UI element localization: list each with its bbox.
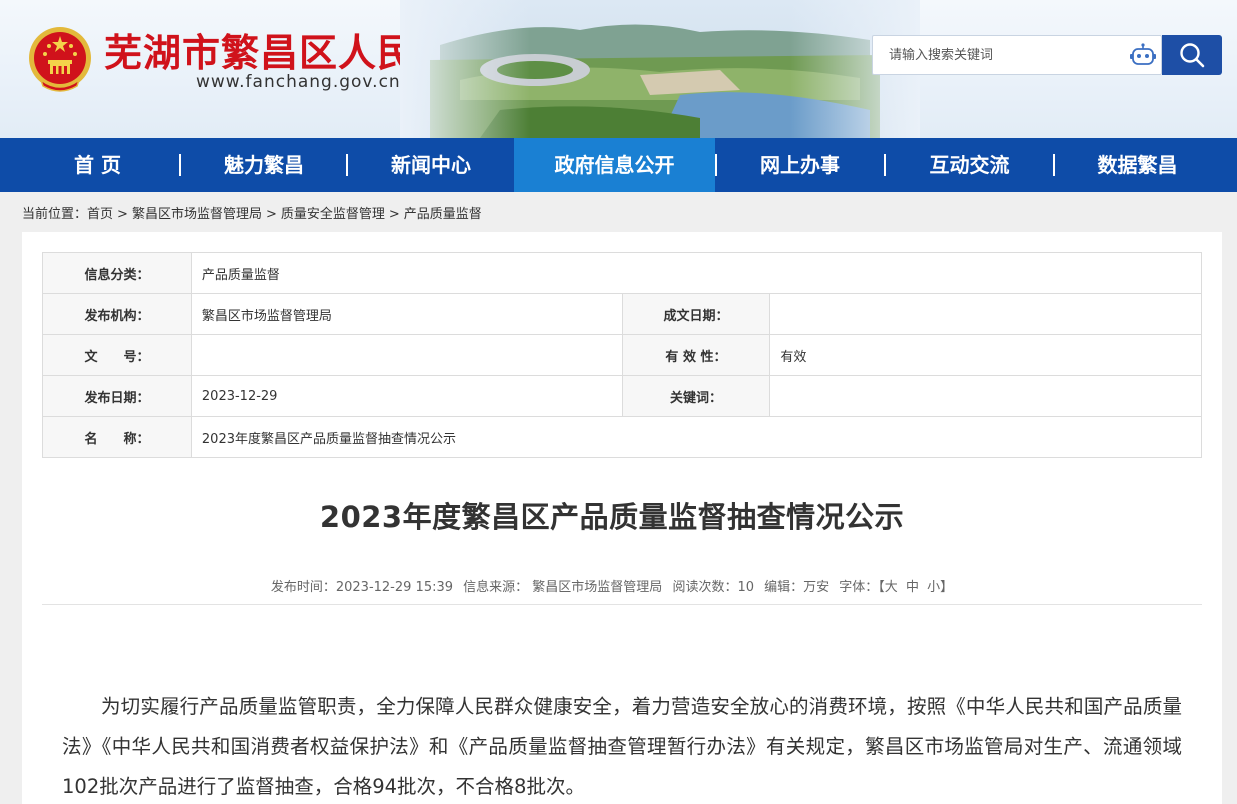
breadcrumb: 当前位置：首页 > 繁昌区市场监督管理局 > 质量安全监督管理 > 产品质量监督 [22,203,482,222]
publish-date-value: 2023-12-29 [190,375,623,417]
view-count: 阅读次数：10 [672,580,754,595]
category-label: 信息分类： [42,252,192,294]
nav-item-data[interactable]: 数据繁昌 [1055,138,1220,192]
info-source: 信息来源： 繁昌区市场监督管理局 [463,580,663,595]
site-header: 芜湖市繁昌区人民政府 www.fanchang.gov.cn [0,0,1237,138]
validity-value: 有效 [769,334,1202,376]
nav-item-home[interactable]: 首 页 [15,138,180,192]
nav-item-gov-info[interactable]: 政府信息公开 [514,138,715,192]
info-table: 信息分类： 产品质量监督 发布机构： 繁昌区市场监督管理局 成文日期： 文 号：… [42,252,1203,458]
breadcrumb-home[interactable]: 首页 [87,207,113,222]
breadcrumb-separator: > [117,207,128,222]
table-row: 发布日期： 2023-12-29 关键词： [42,375,1202,417]
breadcrumb-quality-safety[interactable]: 质量安全监督管理 [281,207,385,222]
doc-number-value [190,334,623,376]
keywords-value [769,375,1202,417]
editor: 编辑：万安 [764,580,830,595]
created-date-label: 成文日期： [621,293,771,335]
table-row: 文 号： 有 效 性： 有效 [42,334,1202,376]
font-size-end: 】 [940,580,954,595]
divider [42,604,1202,605]
breadcrumb-separator: > [388,207,400,222]
nav-item-online-service[interactable]: 网上办事 [717,138,883,192]
banner-image [400,0,920,138]
breadcrumb-prefix: 当前位置： [22,207,88,222]
search-box [872,35,1162,75]
robot-icon[interactable] [1129,43,1157,69]
font-size-large-button[interactable]: 大 [885,580,898,595]
publisher-value: 繁昌区市场监督管理局 [190,293,623,335]
font-size-medium-button[interactable]: 中 [906,580,919,595]
search-input[interactable] [873,36,1123,74]
article-meta: 发布时间：2023-12-29 15:39 信息来源： 繁昌区市场监督管理局 阅… [22,576,1202,595]
breadcrumb-market-bureau[interactable]: 繁昌区市场监督管理局 [132,207,262,222]
font-size-control: 字体：【大 中 小】 [839,580,953,595]
doc-number-label: 文 号： [42,334,192,376]
table-row: 信息分类： 产品质量监督 [42,252,1203,294]
search-icon [1180,43,1205,68]
keywords-label: 关键词： [621,375,771,417]
breadcrumb-separator: > [265,207,277,222]
category-value: 产品质量监督 [190,252,1203,294]
table-row: 发布机构： 繁昌区市场监督管理局 成文日期： [42,293,1202,335]
publish-time: 发布时间：2023-12-29 15:39 [270,580,454,595]
breadcrumb-product-quality[interactable]: 产品质量监督 [404,207,482,222]
site-url: www.fanchang.gov.cn [196,72,401,92]
search-button[interactable] [1162,35,1222,75]
nav-item-charm[interactable]: 魅力繁昌 [181,138,347,192]
created-date-value [769,293,1202,335]
table-row: 名 称： 2023年度繁昌区产品质量监督抽查情况公示 [42,416,1203,458]
article-body: 为切实履行产品质量监管职责，全力保障人民群众健康安全，着力营造安全放心的消费环境… [62,695,1182,798]
name-label: 名 称： [42,416,192,458]
validity-label: 有 效 性： [621,334,771,376]
font-size-label: 字体：【 [839,580,885,595]
national-emblem-icon[interactable] [27,24,93,94]
nav-item-interaction[interactable]: 互动交流 [886,138,1053,192]
publish-date-label: 发布日期： [42,375,192,417]
main-nav: 首 页 魅力繁昌 新闻中心 政府信息公开 网上办事 互动交流 数据繁昌 [0,138,1237,192]
name-value: 2023年度繁昌区产品质量监督抽查情况公示 [190,416,1203,458]
publisher-label: 发布机构： [42,293,192,335]
font-size-small-button[interactable]: 小 [927,580,940,595]
content-panel: 信息分类： 产品质量监督 发布机构： 繁昌区市场监督管理局 成文日期： 文 号：… [22,232,1222,804]
nav-item-news[interactable]: 新闻中心 [348,138,514,192]
article-title: 2023年度繁昌区产品质量监督抽查情况公示 [319,500,905,534]
